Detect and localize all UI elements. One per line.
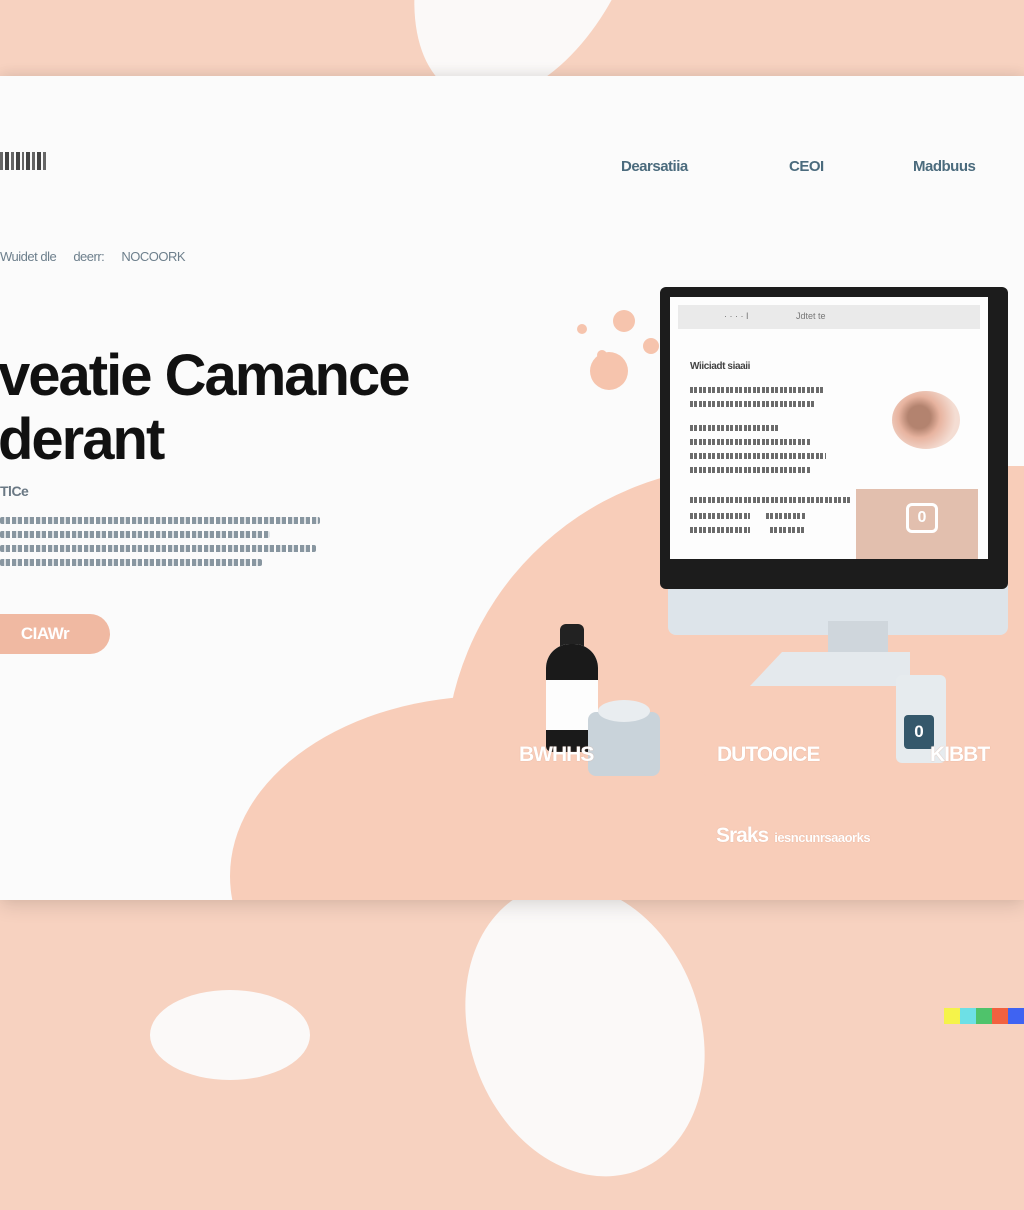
screen-toolbar-right: Jdtet te [796,311,826,321]
feature-label-1: BWHHS [519,743,594,766]
background-blob-bottom-left [150,990,310,1080]
body-text-line [0,545,316,552]
screen-text-line [690,513,750,519]
decorative-dot [613,310,635,332]
hero-subhead: TlCe [0,483,29,499]
screen-text-line [690,467,810,473]
footer-title: Sraks [716,824,769,847]
tagline-part-2: deerr: [73,249,105,264]
landing-page: Dearsatiia CEOI Madbuus Wuidet dle deerr… [0,76,1024,900]
screen-text-line [690,497,850,503]
cta-button[interactable]: CIAWr [0,614,110,654]
screen-toolbar: · · · · I Jdtet te [678,305,980,329]
logo[interactable] [0,152,47,170]
nav-link-2[interactable]: CEOI [789,158,824,175]
tagline-part-3: NOCOORK [121,249,186,264]
hero-tagline: Wuidet dle deerr: NOCOORK [0,249,199,264]
nav-link-1[interactable]: Dearsatiia [621,158,688,175]
monitor-screen: · · · · I Jdtet te Wiiciadt siaaii 0 [670,297,988,559]
decorative-dot [577,324,587,334]
feature-label-3: KIBBT [930,743,990,766]
decorative-dot [590,352,628,390]
footer-note: Sraks iesncunrsaaorks [716,824,871,848]
body-text-line [0,531,270,538]
hero-headline: veatie Camance derant [0,343,410,472]
screen-text-line [690,387,824,393]
screen-text-line [690,453,826,459]
body-text-line [0,559,262,566]
screen-card-icon: 0 [906,503,938,533]
jar-product [588,700,660,776]
decorative-dot [643,338,659,354]
feature-label-2: DUTOOICE [717,743,820,766]
background-blob-bottom [425,849,745,1210]
product-orb-image [892,391,960,449]
color-strip [944,1008,1024,1024]
screen-toolbar-left: · · · · I [724,311,749,321]
footer-subtitle: iesncunrsaaorks [774,830,871,845]
screen-title: Wiiciadt siaaii [690,361,751,372]
screen-text-line [766,513,806,519]
tagline-part-1: Wuidet dle [0,249,57,264]
screen-text-line [690,401,816,407]
desktop-monitor: · · · · I Jdtet te Wiiciadt siaaii 0 [660,287,1008,589]
screen-text-line [770,527,806,533]
nav-link-3[interactable]: Madbuus [913,158,976,175]
headline-line-1: veatie Camance [0,343,410,408]
body-text-line [0,517,320,524]
screen-text-line [690,425,780,431]
screen-text-line [690,527,750,533]
headline-line-2: derant [0,407,165,472]
screen-text-line [690,439,810,445]
